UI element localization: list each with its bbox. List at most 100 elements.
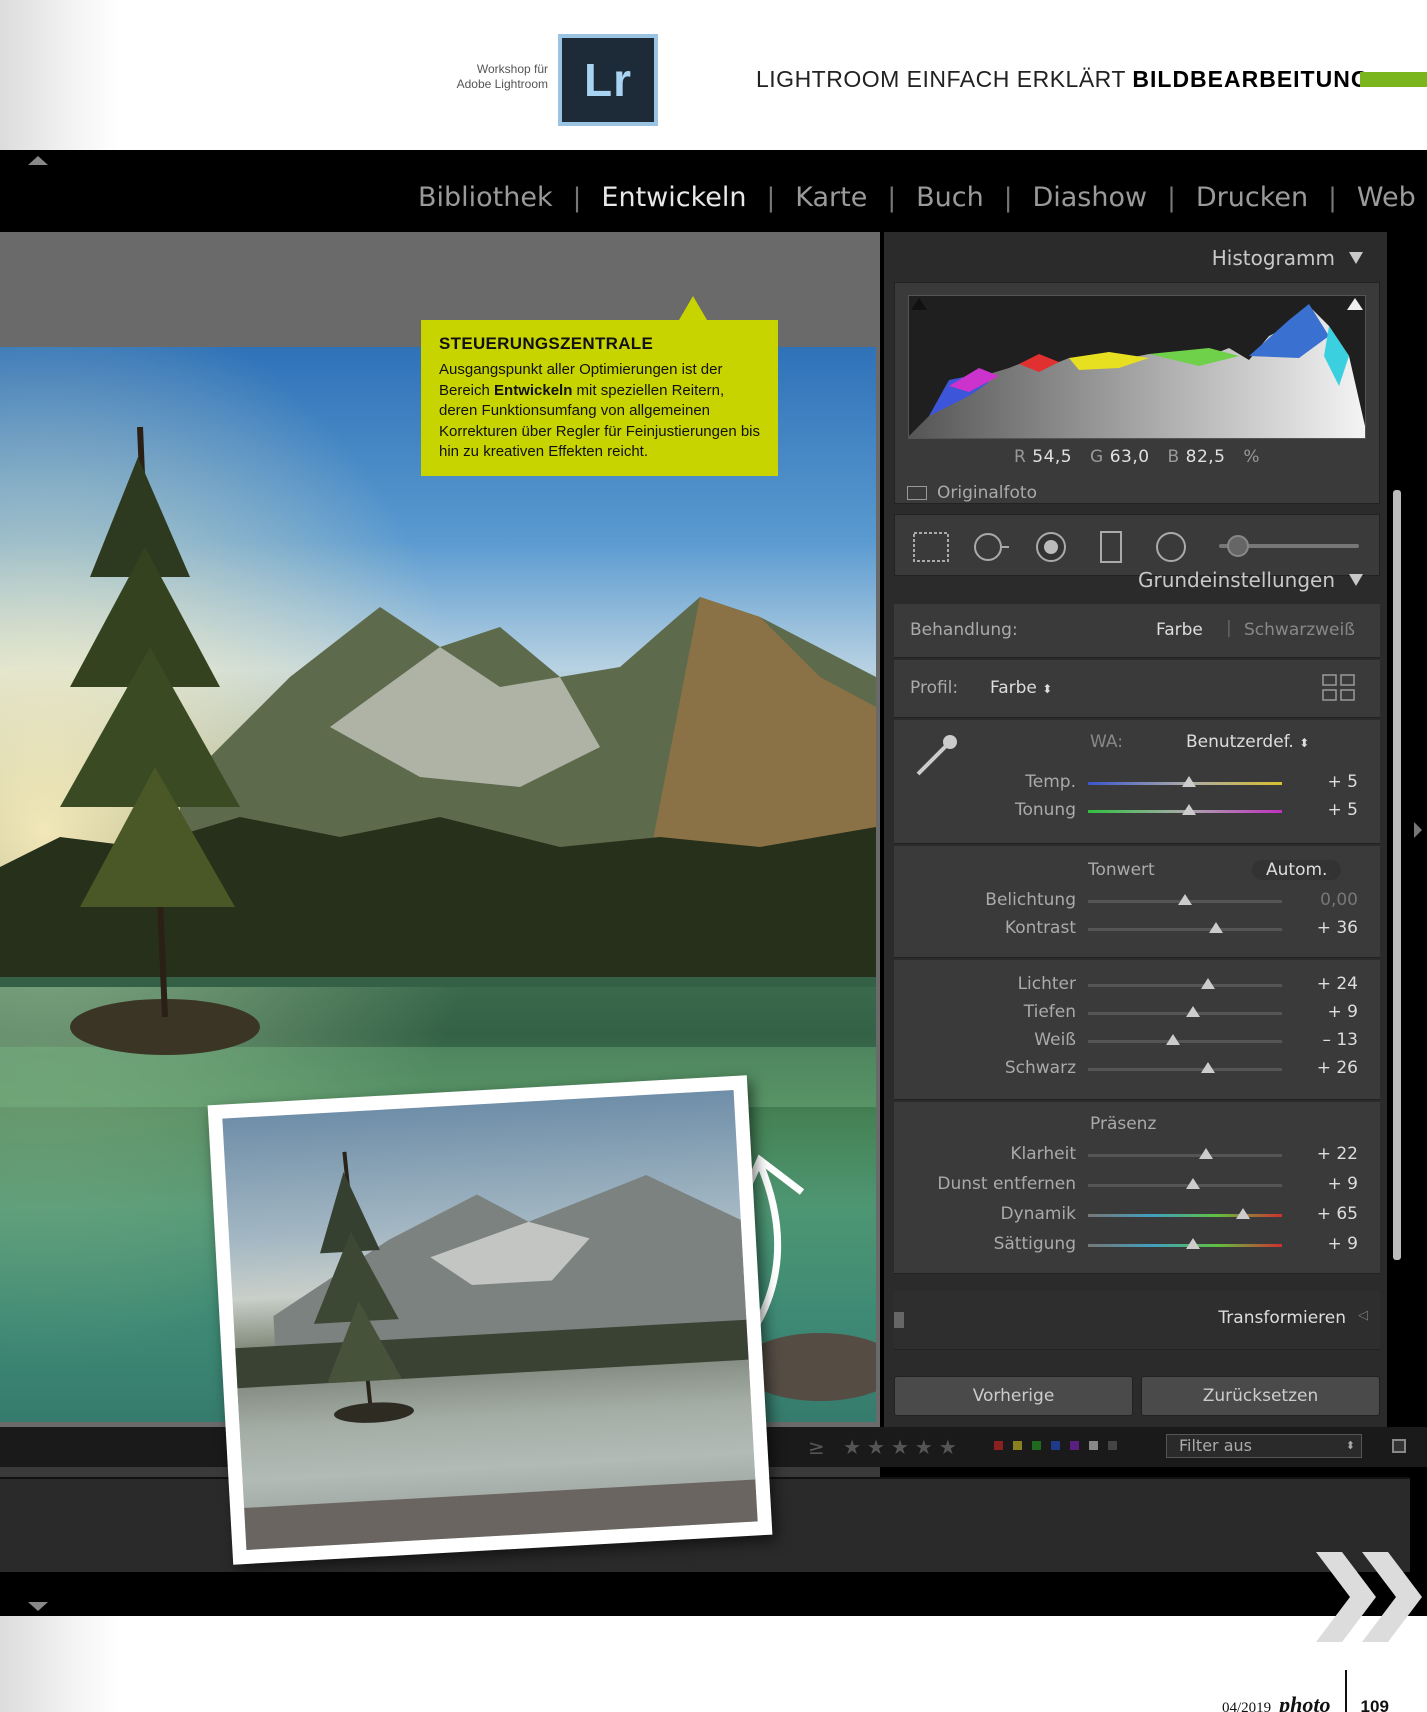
- right-panel-scrollbar[interactable]: [1393, 490, 1401, 1260]
- purple-label-icon[interactable]: [1070, 1441, 1079, 1450]
- klarheit-value[interactable]: + 22: [1317, 1144, 1358, 1164]
- color-label-filter[interactable]: [994, 1441, 1117, 1450]
- yellow-label-icon[interactable]: [1013, 1441, 1022, 1450]
- sättigung-slider-knob[interactable]: [1185, 1238, 1200, 1249]
- percent-sign: %: [1243, 447, 1261, 467]
- belichtung-slider-knob[interactable]: [1178, 894, 1192, 905]
- profile-browser-icon[interactable]: [1322, 674, 1356, 702]
- histogram-header[interactable]: Histogramm: [1212, 246, 1363, 270]
- kontrast-slider-track[interactable]: [1088, 928, 1282, 931]
- tiefen-value[interactable]: + 9: [1328, 1002, 1358, 1022]
- tonung-value[interactable]: + 5: [1328, 800, 1358, 820]
- graduated-filter-icon[interactable]: [1091, 527, 1131, 567]
- tone-label: Tonwert: [1088, 860, 1155, 880]
- treatment-color-option[interactable]: Farbe: [1156, 620, 1203, 640]
- module-entwickeln[interactable]: Entwickeln: [601, 182, 746, 213]
- rating-filter[interactable]: ≥ ★★★★★: [808, 1435, 963, 1459]
- dynamik-slider-knob[interactable]: [1236, 1208, 1251, 1219]
- schwarz-slider-knob[interactable]: [1201, 1062, 1216, 1073]
- module-karte[interactable]: Karte: [795, 182, 867, 213]
- module-web[interactable]: Web: [1357, 182, 1416, 213]
- previous-button[interactable]: Vorherige: [894, 1376, 1133, 1416]
- slider-label: Tonung: [1014, 800, 1076, 820]
- collapse-icon[interactable]: [1349, 574, 1363, 586]
- temp-value[interactable]: + 5: [1328, 772, 1358, 792]
- weiß-slider-track[interactable]: [1088, 1040, 1282, 1043]
- slider-row: Tonung + 5: [894, 798, 1380, 826]
- crop-overlay-icon[interactable]: [911, 527, 951, 567]
- lichter-value[interactable]: + 24: [1317, 974, 1358, 994]
- slider-label: Tiefen: [1023, 1002, 1076, 1022]
- adjustment-brush-icon[interactable]: [1227, 535, 1249, 557]
- slider-label: Temp.: [1025, 772, 1076, 792]
- belichtung-value[interactable]: 0,00: [1320, 890, 1358, 910]
- kontrast-slider-knob[interactable]: [1209, 922, 1224, 933]
- dunst-entfernen-value[interactable]: + 9: [1328, 1174, 1358, 1194]
- basic-header[interactable]: Grundeinstellungen: [1138, 568, 1363, 592]
- slider-label: Kontrast: [1004, 918, 1076, 938]
- module-separator: |: [887, 182, 897, 213]
- filter-lock-icon[interactable]: [1392, 1439, 1406, 1453]
- original-photo-checkbox[interactable]: [907, 486, 927, 500]
- slider-row: Tiefen + 9: [894, 1000, 1380, 1028]
- green-label-icon[interactable]: [1032, 1441, 1041, 1450]
- lichter-slider-knob[interactable]: [1201, 978, 1216, 989]
- kontrast-value[interactable]: + 36: [1317, 918, 1358, 938]
- collapse-left-icon[interactable]: ◁: [1358, 1308, 1368, 1323]
- weiß-value[interactable]: – 13: [1322, 1030, 1358, 1050]
- rating-stars[interactable]: ★★★★★: [843, 1435, 963, 1459]
- temp-slider-knob[interactable]: [1181, 776, 1196, 787]
- tiefen-slider-knob[interactable]: [1185, 1006, 1200, 1017]
- collapse-right-panel-icon[interactable]: [1414, 822, 1422, 838]
- module-bibliothek[interactable]: Bibliothek: [418, 182, 553, 213]
- auto-tone-button[interactable]: Autom.: [1252, 860, 1342, 880]
- sättigung-value[interactable]: + 9: [1328, 1234, 1358, 1254]
- treatment-bw-option[interactable]: Schwarzweiß: [1244, 620, 1355, 640]
- module-separator: |: [766, 182, 776, 213]
- original-photo-image: [222, 1090, 758, 1550]
- presence-label: Präsenz: [1090, 1114, 1157, 1134]
- dunst-entfernen-slider-knob[interactable]: [1185, 1178, 1200, 1189]
- highlight-clipping-icon[interactable]: [1347, 298, 1363, 310]
- slider-label: Dynamik: [1000, 1204, 1076, 1224]
- panel-toggle-icon[interactable]: [894, 1312, 904, 1328]
- collapse-bottom-panel-icon[interactable]: [28, 1602, 48, 1611]
- transform-section[interactable]: Transformieren ◁: [894, 1290, 1380, 1350]
- dynamik-slider-track[interactable]: [1088, 1214, 1282, 1217]
- slider-row: Belichtung 0,00: [894, 888, 1380, 916]
- module-separator: |: [1328, 182, 1337, 213]
- tonung-slider-knob[interactable]: [1181, 804, 1196, 815]
- module-drucken[interactable]: Drucken: [1196, 182, 1308, 213]
- treatment-label: Behandlung:: [910, 620, 1018, 640]
- shadow-clipping-icon[interactable]: [911, 298, 927, 310]
- slider-row: Weiß – 13: [894, 1028, 1380, 1056]
- profile-row: Profil: Farbe ⬍: [894, 660, 1380, 718]
- rating-operator[interactable]: ≥: [808, 1435, 831, 1459]
- klarheit-slider-track[interactable]: [1088, 1154, 1282, 1157]
- dynamik-value[interactable]: + 65: [1317, 1204, 1358, 1224]
- klarheit-slider-knob[interactable]: [1199, 1148, 1214, 1159]
- slider-row: Klarheit + 22: [894, 1142, 1380, 1170]
- schwarz-slider-track[interactable]: [1088, 1068, 1282, 1071]
- wb-select[interactable]: Benutzerdef. ⬍: [1186, 732, 1309, 752]
- slider-row: Kontrast + 36: [894, 916, 1380, 944]
- module-buch[interactable]: Buch: [916, 182, 984, 213]
- filter-preset-select[interactable]: Filter aus ⬍: [1166, 1434, 1362, 1458]
- no-label-icon[interactable]: [1108, 1441, 1117, 1450]
- blue-label-icon[interactable]: [1051, 1441, 1060, 1450]
- module-diashow[interactable]: Diashow: [1032, 182, 1147, 213]
- custom-label-icon[interactable]: [1089, 1441, 1098, 1450]
- weiß-slider-knob[interactable]: [1166, 1034, 1181, 1045]
- red-eye-icon[interactable]: [1031, 527, 1071, 567]
- original-photo-toggle[interactable]: Originalfoto: [907, 483, 1037, 503]
- red-label-icon[interactable]: [994, 1441, 1003, 1450]
- collapse-icon[interactable]: [1349, 252, 1363, 264]
- collapse-top-panel-icon[interactable]: [28, 156, 48, 165]
- lichter-slider-track[interactable]: [1088, 984, 1282, 987]
- radial-filter-icon[interactable]: [1151, 527, 1191, 567]
- spot-removal-icon[interactable]: [971, 527, 1011, 567]
- reset-button[interactable]: Zurücksetzen: [1141, 1376, 1380, 1416]
- schwarz-value[interactable]: + 26: [1317, 1058, 1358, 1078]
- profile-select[interactable]: Farbe ⬍: [990, 678, 1052, 698]
- presence-section: Präsenz Klarheit + 22 Dunst entfernen + 9 Dy…: [894, 1102, 1380, 1274]
